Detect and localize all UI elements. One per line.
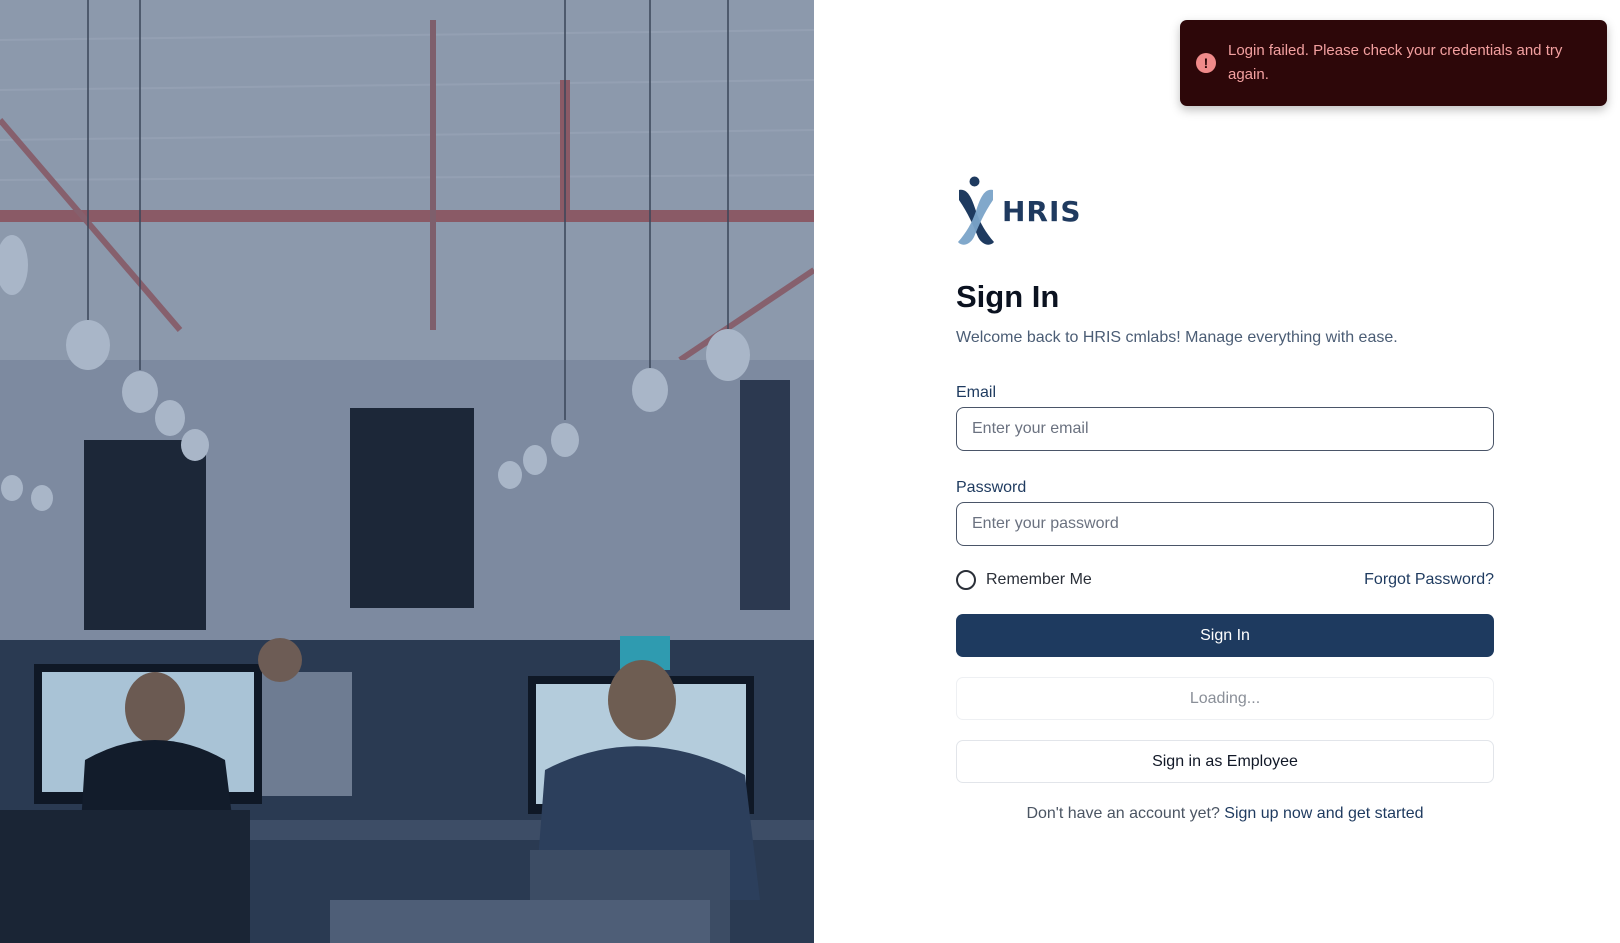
loading-button: Loading... [956, 677, 1494, 720]
login-page: ! Login failed. Please check your creden… [0, 0, 1620, 943]
brand-name: HRIS [1002, 194, 1082, 228]
alert-circle-icon: ! [1196, 53, 1216, 73]
hris-person-logo-icon [958, 176, 994, 245]
signin-button[interactable]: Sign In [956, 614, 1494, 657]
error-toast: ! Login failed. Please check your creden… [1180, 20, 1607, 106]
office-background-image [0, 0, 814, 943]
remember-me-label: Remember Me [986, 571, 1092, 588]
remember-me-toggle[interactable]: Remember Me [956, 570, 1092, 590]
password-input[interactable] [956, 502, 1494, 546]
forgot-password-link[interactable]: Forgot Password? [1364, 571, 1494, 589]
signin-employee-button[interactable]: Sign in as Employee [956, 740, 1494, 783]
options-row: Remember Me Forgot Password? [956, 568, 1494, 592]
toast-message: Login failed. Please check your credenti… [1228, 42, 1563, 83]
brand-logo: HRIS [956, 175, 1494, 247]
page-title: Sign In [956, 279, 1060, 314]
remember-me-checkbox[interactable] [956, 570, 976, 590]
signup-row: Don't have an account yet? Sign up now a… [956, 805, 1494, 823]
signin-form: HRIS Sign In Welcome back to HRIS cmlabs… [956, 175, 1494, 823]
signup-prompt: Don't have an account yet? [1026, 805, 1225, 822]
email-input[interactable] [956, 407, 1494, 451]
page-subtitle: Welcome back to HRIS cmlabs! Manage ever… [956, 329, 1398, 346]
password-label: Password [956, 479, 1027, 496]
email-label: Email [956, 384, 997, 401]
signup-link[interactable]: Sign up now and get started [1224, 805, 1423, 822]
